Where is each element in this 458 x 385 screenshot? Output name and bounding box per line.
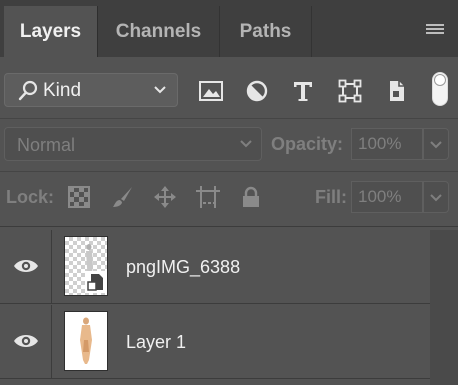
lock-all-icon[interactable] [238,185,264,209]
figure-image [80,317,92,364]
divider [0,118,458,119]
filter-kind-select[interactable]: Kind [4,73,178,107]
tab-layers[interactable]: Layers [4,6,98,57]
lock-transparent-pixels-icon[interactable] [66,185,92,209]
chevron-down-icon [154,86,166,94]
opacity-label: Opacity: [271,134,344,154]
fill-label: Fill: [315,187,347,207]
smart-object-badge-icon [85,271,107,293]
opacity-input[interactable]: 100% [351,128,423,160]
fill-dropdown[interactable] [423,181,449,213]
layer-thumbnail[interactable] [64,311,108,371]
fill-input[interactable]: 100% [351,181,423,213]
panel-tab-bar: Layers Channels Paths [0,0,458,57]
layer-thumbnail[interactable] [64,236,108,296]
visibility-toggle[interactable] [0,305,52,379]
panel-menu-icon[interactable] [426,24,444,36]
filter-kind-label: Kind [43,80,82,101]
shape-filter-icon[interactable] [337,79,363,103]
lock-label: Lock: [6,187,55,207]
layers-scrollbar[interactable] [430,230,458,385]
smart-object-filter-icon[interactable] [384,79,410,103]
layer-row[interactable]: pngIMG_6388 [0,230,430,304]
filter-toggle-switch[interactable] [432,72,448,106]
lock-position-icon[interactable] [152,185,178,209]
chevron-down-icon [430,194,442,202]
opacity-dropdown[interactable] [423,128,449,160]
search-icon [18,80,38,101]
blend-mode-select[interactable]: Normal [4,127,262,161]
tab-paths[interactable]: Paths [220,6,312,57]
chevron-down-icon [240,140,252,148]
lock-artboard-icon[interactable] [195,185,221,209]
layers-list: pngIMG_6388 Layer 1 [0,230,458,385]
type-filter-icon[interactable] [290,79,316,103]
tab-channels[interactable]: Channels [98,6,220,57]
adjustment-filter-icon[interactable] [244,79,270,103]
visibility-toggle[interactable] [0,230,52,304]
divider [0,171,458,172]
eye-icon [14,260,38,272]
layer-name[interactable]: Layer 1 [126,332,186,353]
layers-panel: Layers Channels Paths Kind Normal Opacit… [0,0,458,385]
divider [0,226,458,227]
chevron-down-icon [430,141,442,149]
lock-image-pixels-icon[interactable] [110,185,136,209]
eye-icon [14,335,38,347]
image-filter-icon[interactable] [198,79,224,103]
blend-mode-value: Normal [17,135,76,155]
layer-name[interactable]: pngIMG_6388 [126,257,240,278]
layer-row[interactable]: Layer 1 [0,305,430,379]
